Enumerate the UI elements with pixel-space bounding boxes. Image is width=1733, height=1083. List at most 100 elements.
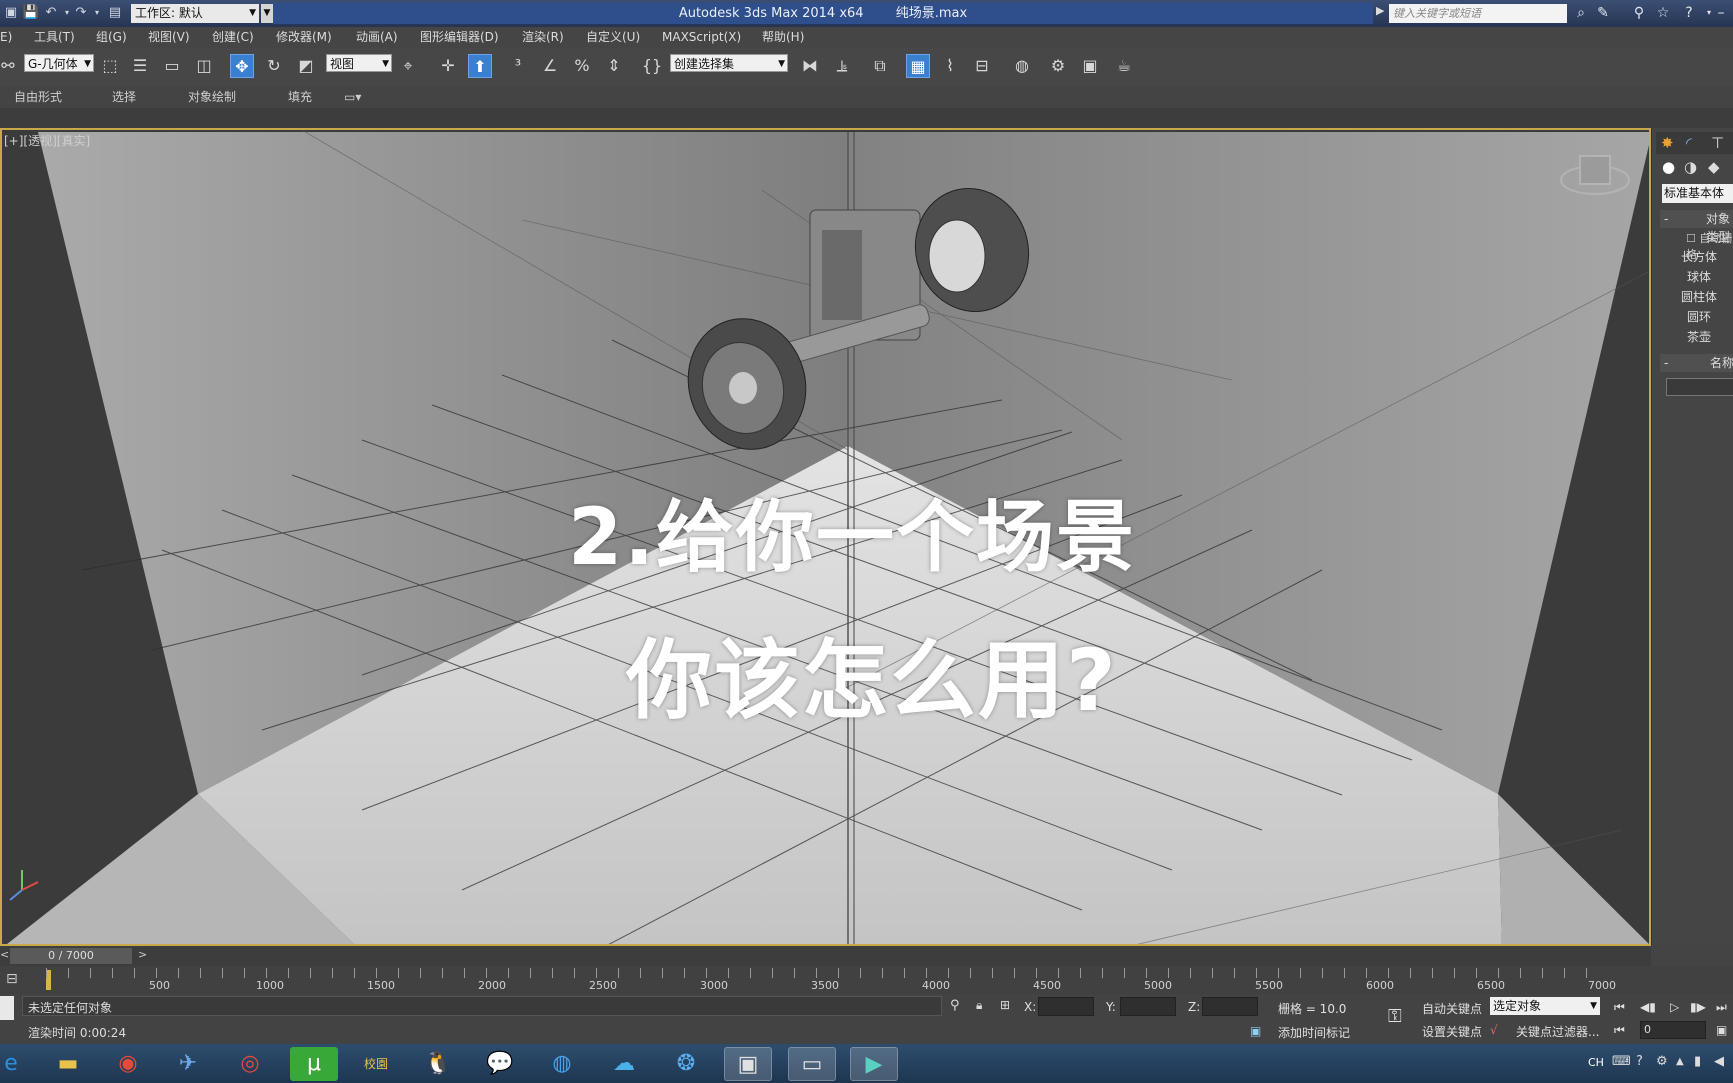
menu-item-maxscript[interactable]: MAXScript(X) [662,27,741,48]
utorrent-icon[interactable]: μ [290,1047,338,1081]
help-tray-icon[interactable]: ? [1636,1054,1643,1069]
curve-editor-icon[interactable]: ⌇ [938,54,962,78]
link-icon[interactable]: ⚯ [0,54,16,78]
reference-coord-dropdown[interactable]: 视图 ▼ [326,54,392,72]
wechat-icon[interactable]: 💬 [476,1047,524,1081]
select-manipulate-icon[interactable]: ✛ [436,54,460,78]
selection-lock-icon[interactable]: 🔒︎ [976,998,982,1013]
play-icon[interactable]: ▷ [1670,1000,1679,1014]
track-bar[interactable]: ⊟ 500 1000 1500 2000 2500 3000 3500 4000… [0,966,1733,994]
menu-item-graph-editors[interactable]: 图形编辑器(D) [420,27,499,48]
feiq-icon[interactable]: ✈ [164,1047,212,1081]
time-tag-icon[interactable]: ▣ [1250,1024,1261,1038]
material-editor-icon[interactable]: ◍ [1010,54,1034,78]
set-key-button[interactable]: 设置关键点 [1422,1023,1482,1040]
recorder-taskbar-icon[interactable]: ▭ [788,1047,836,1081]
time-config-icon[interactable]: ▣ [1716,1023,1727,1037]
settings-tray-icon[interactable]: ⚙ [1656,1054,1668,1069]
isolate-icon[interactable]: ⚲ [950,998,960,1013]
mirror-icon[interactable]: ⧓ [798,54,822,78]
volume-icon[interactable]: ◀ [1714,1054,1724,1069]
keyboard-tray-icon[interactable]: ⌨ [1612,1054,1631,1069]
lights-icon[interactable]: ◆ [1708,158,1720,176]
minimize-icon[interactable]: – [1712,4,1730,22]
auto-key-button[interactable]: 自动关键点 [1422,1000,1482,1017]
schematic-view-icon[interactable]: ⊟ [970,54,994,78]
search-input[interactable]: 键入关键字或短语 [1389,4,1567,23]
menu-item-modifiers[interactable]: 修改器(M) [276,27,332,48]
tab-object-paint[interactable]: 对象绘制 [188,86,236,108]
ribbon-options-icon[interactable]: ▭▾ [344,86,361,108]
baidu-netdisk-icon[interactable]: ☁ [600,1047,648,1081]
object-name-field[interactable] [1666,378,1733,396]
tab-freeform[interactable]: 自由形式 [14,86,62,108]
x-coord-field[interactable] [1038,997,1094,1016]
go-to-end-icon[interactable]: ⏭ [1716,1000,1727,1015]
angle-snap-icon[interactable]: ∠ [538,54,562,78]
select-by-name-icon[interactable]: ☰ [128,54,152,78]
menu-item-animation[interactable]: 动画(A) [356,27,398,48]
window-crossing-icon[interactable]: ◫ [192,54,216,78]
spinner-snap-icon[interactable]: ⇕ [602,54,626,78]
absolute-mode-icon[interactable]: ⊞ [1000,998,1010,1012]
netease-music-icon[interactable]: ◎ [226,1047,274,1081]
named-selection-dropdown[interactable]: 创建选择集 ▼ [670,54,788,72]
time-slider[interactable]: 0 / 7000 [10,948,132,964]
show-hidden-icons[interactable]: ▲ [1676,1056,1684,1067]
modify-tab-icon[interactable]: ◜ [1686,134,1692,152]
browser-icon[interactable]: ◍ [538,1047,586,1081]
menu-item-views[interactable]: 视图(V) [148,27,190,48]
y-coord-field[interactable] [1120,997,1176,1016]
viewport-label[interactable]: [+][透视][真实] [4,132,90,149]
prev-frame-icon[interactable]: ◀▮ [1640,1000,1656,1014]
align-icon[interactable]: ⫡ [830,54,854,78]
shapes-icon[interactable]: ◑ [1684,158,1697,176]
create-tab-icon[interactable]: ✸ [1661,134,1674,152]
key-filters-button[interactable]: 关键点过滤器... [1516,1023,1599,1040]
menu-item-group[interactable]: 组(G) [96,27,127,48]
3dsmax-taskbar-icon[interactable]: ▣ [724,1047,772,1081]
chrome-icon[interactable]: ◉ [104,1047,152,1081]
rollout-name-color[interactable]: - 名称 [1660,354,1733,372]
language-indicator[interactable]: CH [1588,1056,1604,1069]
favorites-star-icon[interactable]: ☆ [1654,4,1672,22]
teapot-button[interactable]: 茶壶 [1664,328,1733,347]
geometry-icon[interactable]: ● [1662,158,1675,176]
edit-named-selection-icon[interactable]: {} [640,54,664,78]
rect-selection-icon[interactable]: ▭ [160,54,184,78]
redo-dropdown-icon[interactable]: ▾ [88,4,106,22]
prev-frame-arrow[interactable]: < [0,948,9,961]
menu-item-help[interactable]: 帮助(H) [762,27,804,48]
workspace-menu-button[interactable]: ▼ [261,4,273,23]
sphere-button[interactable]: 球体 [1664,268,1733,287]
render-setup-icon[interactable]: ⚙ [1046,54,1070,78]
menu-item-rendering[interactable]: 渲染(R) [522,27,564,48]
ie-icon[interactable]: e [0,1047,22,1081]
go-to-start-icon[interactable]: ⏮ [1614,1000,1625,1015]
torus-button[interactable]: 圆环 [1664,308,1733,327]
menu-item-tools[interactable]: 工具(T) [34,27,75,48]
next-frame-icon[interactable]: ▮▶ [1690,1000,1706,1014]
tab-populate[interactable]: 填充 [288,86,312,108]
percent-snap-icon[interactable]: % [570,54,594,78]
scale-icon[interactable]: ◩ [294,54,318,78]
qq-icon[interactable]: 🐧 [414,1047,462,1081]
keyboard-shortcut-override-icon[interactable]: ⬆ [468,54,492,78]
add-time-tag[interactable]: 添加时间标记 [1278,1024,1350,1041]
category-dropdown[interactable]: 标准基本体 [1662,184,1733,203]
cylinder-button[interactable]: 圆柱体 [1664,288,1733,307]
layer-dropdown[interactable]: G-几何体 ▼ [24,54,94,72]
help-icon[interactable]: ? [1680,4,1698,22]
select-object-icon[interactable]: ⬚ [98,54,122,78]
current-frame-field[interactable]: 0 [1640,1021,1706,1039]
communication-icon[interactable]: ⚲ [1630,4,1648,22]
menu-item-customize[interactable]: 自定义(U) [586,27,640,48]
move-icon[interactable]: ✥ [230,54,254,78]
hierarchy-tab-icon[interactable]: ⊤ [1711,134,1724,152]
next-frame-arrow[interactable]: > [138,948,147,961]
uninstaller-icon[interactable]: 校園 [352,1047,400,1081]
rotate-icon[interactable]: ↻ [262,54,286,78]
workspace-dropdown[interactable]: 工作区: 默认 ▼ [131,4,259,23]
menu-item-edit[interactable]: E) [0,27,12,48]
tim-icon[interactable]: ❂ [662,1047,710,1081]
